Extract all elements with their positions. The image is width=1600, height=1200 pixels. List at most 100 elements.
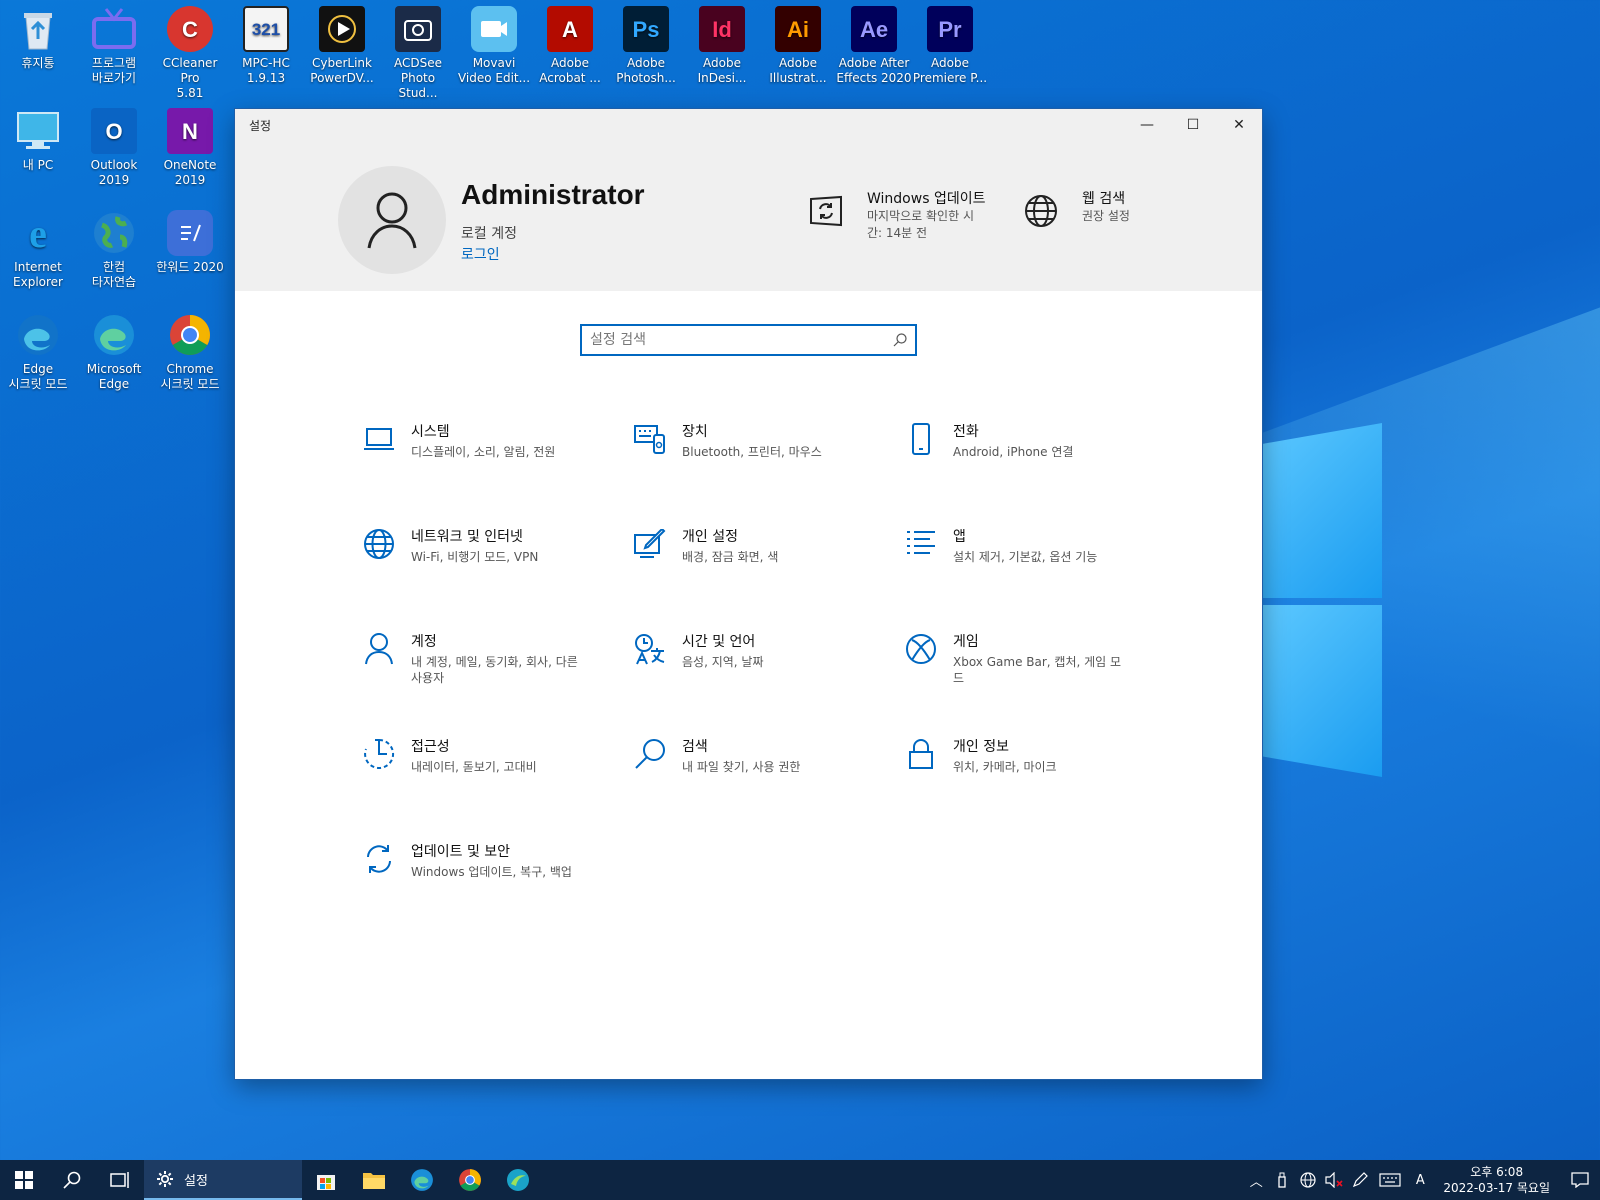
desktop-icon-acrobat[interactable]: A Adobe Acrobat ...	[532, 0, 608, 86]
desktop-icon-label: CCleaner Pro 5.81	[162, 56, 218, 100]
settings-search-box[interactable]	[580, 324, 917, 356]
chrome-icon	[167, 312, 213, 358]
category-privacy[interactable]: 개인 정보 위치, 카메라, 마이크	[903, 736, 1174, 841]
taskbar-file-explorer[interactable]	[350, 1160, 398, 1200]
this-pc-icon	[15, 108, 61, 154]
desktop-icon-label: Adobe InDesi...	[697, 56, 747, 85]
pen-tray-icon[interactable]	[1347, 1160, 1373, 1200]
category-subtitle: 내레이터, 돋보기, 고대비	[411, 760, 537, 774]
desktop-icon-photoshop[interactable]: Ps Adobe Photosh...	[608, 0, 684, 86]
ease-of-access-icon	[361, 736, 397, 772]
avatar[interactable]	[338, 166, 446, 274]
usb-tray-icon[interactable]	[1269, 1160, 1295, 1200]
laptop-icon	[361, 421, 397, 457]
category-personalization[interactable]: 개인 설정 배경, 잠금 화면, 색	[632, 526, 903, 631]
category-subtitle: Wi-Fi, 비행기 모드, VPN	[411, 550, 539, 564]
settings-categories-grid: 시스템 디스플레이, 소리, 알림, 전원 장치 Bluetooth, 프린터, 마…	[361, 421, 1174, 946]
desktop-icon-recycle-bin[interactable]: 휴지통	[0, 0, 76, 71]
close-button[interactable]: ✕	[1216, 109, 1262, 141]
windows-logo-icon	[15, 1171, 33, 1189]
category-subtitle: 음성, 지역, 날짜	[682, 655, 764, 669]
mpc-hc-icon: 321	[243, 6, 289, 52]
volume-tray-icon[interactable]	[1321, 1160, 1347, 1200]
desktop-icon-hanword[interactable]: 한워드 2020	[152, 204, 228, 275]
taskbar-clock[interactable]: 오후 6:08 2022-03-17 목요일	[1433, 1164, 1560, 1196]
desktop-icon-this-pc[interactable]: 내 PC	[0, 102, 76, 173]
desktop-icon-ccleaner[interactable]: C CCleaner Pro 5.81	[152, 0, 228, 101]
category-title: 접근성	[411, 739, 450, 755]
desktop-icon-movavi[interactable]: Movavi Video Edit...	[456, 0, 532, 86]
system-tray: ︿ A 오후 6:08 2022-03-17 목요일	[1243, 1160, 1600, 1200]
category-gaming[interactable]: 게임 Xbox Game Bar, 캡처, 게임 모드	[903, 631, 1174, 736]
devices-icon	[632, 421, 668, 457]
ime-mode-indicator[interactable]: A	[1407, 1160, 1433, 1200]
time-language-icon	[632, 631, 668, 667]
photoshop-icon: Ps	[623, 6, 669, 52]
action-center-button[interactable]	[1560, 1160, 1600, 1200]
task-view-button[interactable]	[96, 1160, 144, 1200]
category-accounts[interactable]: 계정 내 계정, 메일, 동기화, 회사, 다른 사용자	[361, 631, 632, 736]
category-subtitle: Android, iPhone 연결	[953, 445, 1074, 459]
taskbar-settings-app[interactable]: 설정	[144, 1160, 302, 1200]
category-system[interactable]: 시스템 디스플레이, 소리, 알림, 전원	[361, 421, 632, 526]
maximize-icon: ☐	[1186, 117, 1200, 133]
taskbar-search-button[interactable]	[48, 1160, 96, 1200]
desktop-icon-illustrator[interactable]: Ai Adobe Illustrat...	[760, 0, 836, 86]
wallpaper-windows-logo-lower	[1262, 605, 1382, 777]
taskbar-store[interactable]	[302, 1160, 350, 1200]
category-phone[interactable]: 전화 Android, iPhone 연결	[903, 421, 1174, 526]
show-hidden-icons-button[interactable]: ︿	[1243, 1160, 1269, 1200]
category-title: 장치	[682, 424, 708, 440]
settings-window[interactable]: 설정 — ☐ ✕ Administrator 로컬 계정 로그인 Windows…	[235, 109, 1262, 1079]
edge-icon	[91, 312, 137, 358]
desktop-icon-acdsee[interactable]: ACDSee Photo Stud...	[380, 0, 456, 101]
window-titlebar[interactable]: 설정 — ☐ ✕	[235, 109, 1262, 141]
desktop-icon-internet-explorer[interactable]: e Internet Explorer	[0, 204, 76, 290]
notification-icon	[1571, 1172, 1589, 1188]
desktop-icon-label: Chrome 시크릿 모드	[160, 362, 220, 391]
desktop-icon-indesign[interactable]: Id Adobe InDesi...	[684, 0, 760, 86]
minimize-button[interactable]: —	[1124, 109, 1170, 141]
category-title: 시간 및 언어	[682, 634, 756, 650]
category-time-language[interactable]: 시간 및 언어음성, 지역, 날짜	[632, 631, 903, 736]
category-title: 게임	[953, 634, 979, 650]
taskbar-chrome[interactable]	[446, 1160, 494, 1200]
category-update-security[interactable]: 업데이트 및 보안 Windows 업데이트, 복구, 백업	[361, 841, 632, 946]
category-apps[interactable]: 앱 설치 제거, 기본값, 옵션 기능	[903, 526, 1174, 631]
taskbar-edge[interactable]	[398, 1160, 446, 1200]
hanword-icon	[167, 210, 213, 256]
keyboard-tray-icon[interactable]	[1373, 1160, 1407, 1200]
desktop-icon-outlook[interactable]: O Outlook 2019	[76, 102, 152, 188]
desktop-icon-hancom-typing[interactable]: 한컴 타자연습	[76, 204, 152, 290]
indesign-icon: Id	[699, 6, 745, 52]
desktop-icon-edge-private[interactable]: Edge 시크릿 모드	[0, 306, 76, 392]
desktop-icon-powerdvd[interactable]: CyberLink PowerDV...	[304, 0, 380, 86]
category-title: 앱	[953, 529, 966, 545]
windows-update-tile[interactable]: Windows 업데이트 마지막으로 확인한 시간: 14분 전	[803, 188, 989, 242]
search-input[interactable]	[590, 332, 893, 348]
network-tray-icon[interactable]	[1295, 1160, 1321, 1200]
category-title: 전화	[953, 424, 979, 440]
desktop-icon-program-shortcut[interactable]: 프로그램 바로가기	[76, 0, 152, 86]
maximize-button[interactable]: ☐	[1170, 109, 1216, 141]
minimize-icon: —	[1140, 117, 1154, 133]
category-subtitle: 배경, 잠금 화면, 색	[682, 550, 779, 564]
taskbar-app-label: 설정	[184, 1173, 208, 1189]
desktop-icon-after-effects[interactable]: Ae Adobe After Effects 2020	[836, 0, 912, 86]
category-devices[interactable]: 장치 Bluetooth, 프린터, 마우스	[632, 421, 903, 526]
search-icon[interactable]	[893, 333, 907, 347]
category-network[interactable]: 네트워크 및 인터넷 Wi-Fi, 비행기 모드, VPN	[361, 526, 632, 631]
desktop-icon-onenote[interactable]: N OneNote 2019	[152, 102, 228, 188]
web-search-tile[interactable]: 웹 검색 권장 설정	[1018, 188, 1204, 234]
desktop-icon-mpc-hc[interactable]: 321 MPC-HC 1.9.13	[228, 0, 304, 86]
desktop-icon-microsoft-edge[interactable]: Microsoft Edge	[76, 306, 152, 392]
after-effects-icon: Ae	[851, 6, 897, 52]
usb-icon	[1278, 1172, 1286, 1188]
desktop-icon-chrome-private[interactable]: Chrome 시크릿 모드	[152, 306, 228, 392]
start-button[interactable]	[0, 1160, 48, 1200]
taskbar-app-green[interactable]	[494, 1160, 542, 1200]
desktop-icon-premiere[interactable]: Pr Adobe Premiere P...	[912, 0, 988, 86]
category-search[interactable]: 검색 내 파일 찾기, 사용 권한	[632, 736, 903, 841]
login-link[interactable]: 로그인	[461, 244, 500, 264]
category-ease-of-access[interactable]: 접근성내레이터, 돋보기, 고대비	[361, 736, 632, 841]
